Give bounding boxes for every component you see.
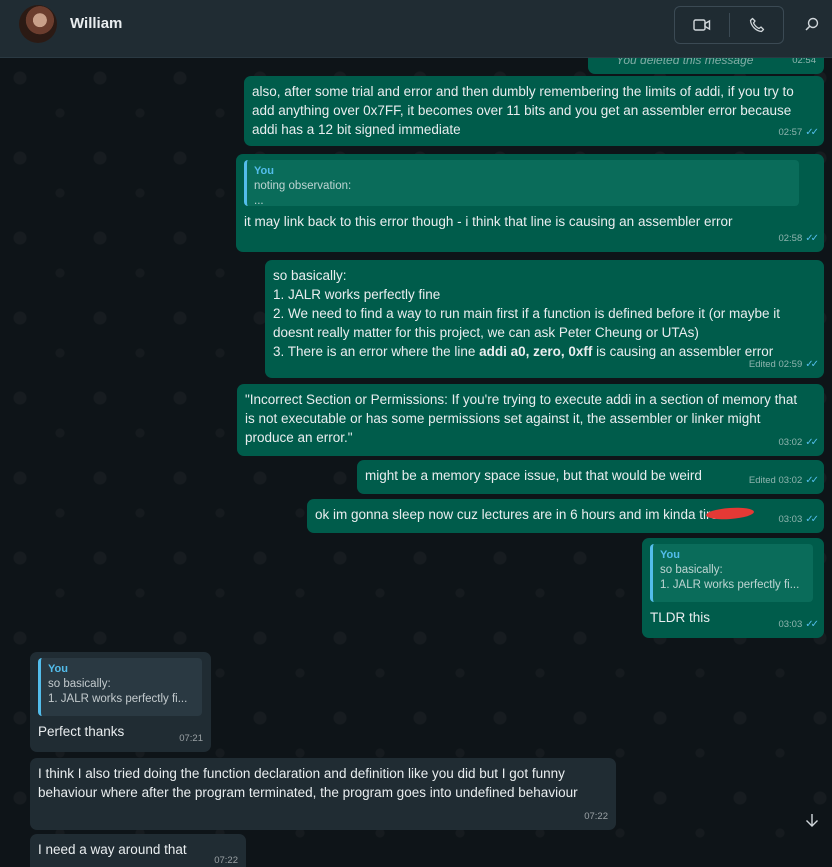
message-deleted[interactable]: You deleted this message 02:54 <box>588 58 824 74</box>
message-time: 02:54 <box>792 58 816 66</box>
message-time: Edited 03:02 ✓✓ <box>749 471 819 490</box>
search-button[interactable] <box>798 10 826 38</box>
message-outgoing-reply[interactable]: You so basically: 1. JALR works perfectl… <box>642 538 824 638</box>
chat-header: William <box>0 0 832 58</box>
message-outgoing[interactable]: might be a memory space issue, but that … <box>357 460 824 494</box>
quoted-message[interactable]: You noting observation: ... <box>244 160 799 207</box>
message-time: 07:22 <box>584 811 608 822</box>
message-line: 3. There is an error where the line addi… <box>273 344 774 359</box>
message-text: it may link back to this error though - … <box>244 214 733 229</box>
message-text: "Incorrect Section or Permissions: If yo… <box>245 392 798 445</box>
message-incoming-reply[interactable]: You so basically: 1. JALR works perfectl… <box>30 652 211 752</box>
message-time: 07:22 <box>214 855 238 866</box>
message-time: Edited 02:59 ✓✓ <box>749 355 819 374</box>
chat-area[interactable]: You deleted this message 02:54 also, aft… <box>0 58 832 867</box>
read-receipt-icon: ✓✓ <box>805 127 819 138</box>
message-outgoing[interactable]: also, after some trial and error and the… <box>244 76 824 146</box>
read-receipt-icon: ✓✓ <box>805 233 819 244</box>
message-outgoing-reply[interactable]: You noting observation: ... it may link … <box>236 154 824 252</box>
message-line: 1. JALR works perfectly fine <box>273 287 441 302</box>
message-outgoing[interactable]: ok im gonna sleep now cuz lectures are i… <box>307 499 824 533</box>
message-line: 2. We need to find a way to run main fir… <box>273 306 781 340</box>
message-text: I need a way around that <box>38 842 187 857</box>
quoted-message[interactable]: You so basically: 1. JALR works perfectl… <box>38 658 202 716</box>
voice-call-button[interactable] <box>730 7 784 43</box>
contact-avatar[interactable] <box>19 5 57 43</box>
phone-icon <box>749 17 765 33</box>
code-text: addi a0, zero, 0xff <box>479 344 593 359</box>
message-time: 03:03 ✓✓ <box>778 510 819 529</box>
message-time: 02:58 ✓✓ <box>778 229 819 248</box>
message-text: I think I also tried doing the function … <box>38 766 578 800</box>
call-button-group <box>674 6 784 44</box>
video-call-button[interactable] <box>675 7 729 43</box>
message-time: 07:21 <box>179 733 203 744</box>
scroll-to-bottom-button[interactable] <box>800 808 824 832</box>
search-icon <box>805 17 819 31</box>
message-outgoing[interactable]: so basically: 1. JALR works perfectly fi… <box>265 260 824 378</box>
contact-name[interactable]: William <box>70 15 122 32</box>
message-line: so basically: <box>273 268 347 283</box>
read-receipt-icon: ✓✓ <box>805 619 819 630</box>
message-text: also, after some trial and error and the… <box>252 84 794 137</box>
message-time: 03:03 ✓✓ <box>778 615 819 634</box>
message-incoming[interactable]: I need a way around that 07:22 <box>30 834 246 867</box>
message-outgoing[interactable]: "Incorrect Section or Permissions: If yo… <box>237 384 824 456</box>
read-receipt-icon: ✓✓ <box>805 514 819 525</box>
quoted-message[interactable]: You so basically: 1. JALR works perfectl… <box>650 544 813 602</box>
message-time: 02:57 ✓✓ <box>778 123 819 142</box>
message-incoming[interactable]: I think I also tried doing the function … <box>30 758 616 830</box>
message-time: 03:02 ✓✓ <box>778 433 819 452</box>
read-receipt-icon: ✓✓ <box>805 475 819 486</box>
read-receipt-icon: ✓✓ <box>805 437 819 448</box>
arrow-down-icon <box>806 814 818 827</box>
video-camera-icon <box>693 19 711 31</box>
read-receipt-icon: ✓✓ <box>805 359 819 370</box>
